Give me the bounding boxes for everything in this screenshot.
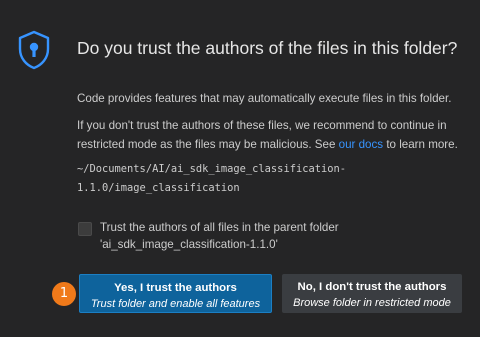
trust-parent-label-line1: Trust the authors of all files in the pa… [100, 221, 339, 234]
description-features: Code provides features that may automati… [77, 92, 452, 105]
docs-link[interactable]: our docs [339, 138, 383, 151]
trust-parent-label[interactable]: Trust the authors of all files in the pa… [100, 219, 339, 253]
folder-path-line1: ~/Documents/AI/ai_sdk_image_classificati… [77, 163, 346, 175]
trust-parent-folder-name: 'ai_sdk_image_classification-1.1.0' [100, 238, 278, 251]
recommendation-suffix: to learn more. [383, 138, 458, 151]
recommendation-prefix: restricted mode as the files may be mali… [77, 138, 339, 151]
trust-authors-button[interactable]: Yes, I trust the authors Trust folder an… [79, 274, 272, 313]
annotation-badge: 1 [52, 282, 76, 306]
distrust-button-sublabel: Browse folder in restricted mode [293, 297, 451, 309]
shield-lock-icon [18, 30, 50, 70]
workspace-trust-dialog: Do you trust the authors of the files in… [0, 0, 480, 337]
trust-button-sublabel: Trust folder and enable all features [90, 298, 261, 310]
dialog-title: Do you trust the authors of the files in… [77, 38, 458, 58]
trust-button-label: Yes, I trust the authors [114, 282, 237, 294]
trust-parent-checkbox[interactable] [78, 222, 92, 236]
distrust-button-label: No, I don't trust the authors [297, 281, 447, 293]
distrust-authors-button[interactable]: No, I don't trust the authors Browse fol… [282, 274, 462, 313]
folder-path: ~/Documents/AI/ai_sdk_image_classificati… [77, 160, 346, 198]
recommendation-line1: If you don't trust the authors of these … [77, 119, 447, 132]
folder-path-line2: 1.1.0/image_classification [77, 182, 240, 194]
description-recommendation: If you don't trust the authors of these … [77, 116, 458, 154]
